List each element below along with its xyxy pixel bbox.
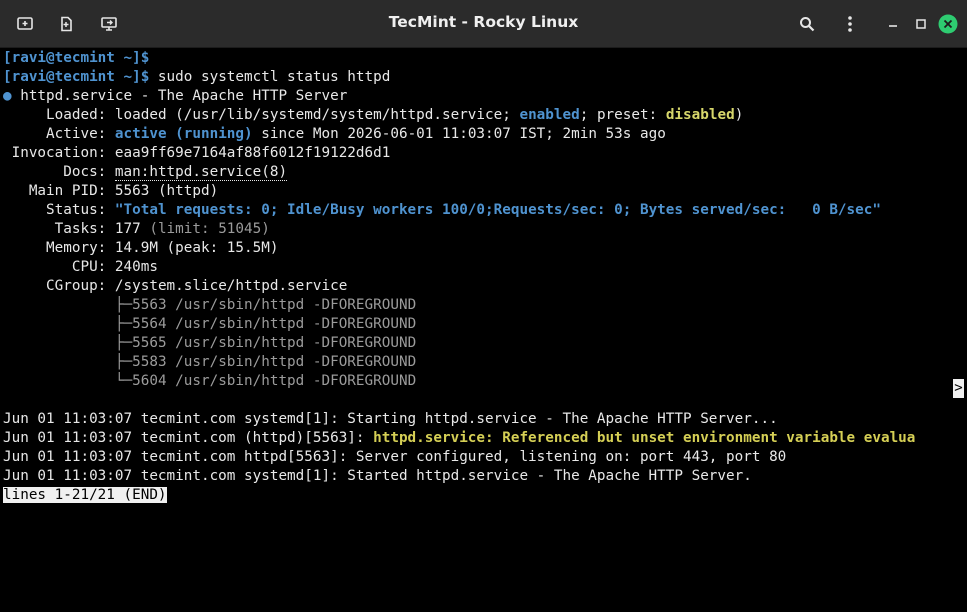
process-line: ├─5583 /usr/sbin/httpd -DFOREGROUND (3, 353, 965, 372)
pid-row: Main PID: 5563 (httpd) (3, 182, 965, 201)
tree-branch: ├─ (3, 335, 133, 351)
prompt: [ravi@tecmint ~]$ (3, 69, 150, 85)
log-line: Jun 01 11:03:07 tecmint.com (httpd)[5563… (3, 429, 965, 448)
process-text: 5565 /usr/sbin/httpd -DFOREGROUND (132, 335, 417, 351)
memory-row: Memory: 14.9M (peak: 15.5M) (3, 239, 965, 258)
memory-value: 14.9M (peak: 15.5M) (114, 240, 279, 256)
command-text: sudo systemctl status httpd (149, 69, 391, 85)
pager-line: lines 1-21/21 (END) (3, 486, 965, 505)
tasks-limit: (limit: 51045) (140, 221, 270, 237)
split-terminal-icon[interactable] (52, 9, 82, 39)
active-label: Active: (3, 126, 115, 142)
process-line: ├─5563 /usr/sbin/httpd -DFOREGROUND (3, 296, 965, 315)
process-text: 5604 /usr/sbin/httpd -DFOREGROUND (132, 373, 417, 389)
cpu-row: CPU: 240ms (3, 258, 965, 277)
active-row: Active: active (running) since Mon 2026-… (3, 125, 965, 144)
log-line: Jun 01 11:03:07 tecmint.com systemd[1]: … (3, 468, 752, 484)
tasks-value: 177 (114, 221, 141, 237)
invocation-row: Invocation: eaa9ff69e7164af88f6012f19122… (3, 144, 965, 163)
export-icon[interactable] (94, 9, 124, 39)
kebab-menu-icon[interactable] (835, 9, 865, 39)
memory-label: Memory: (3, 240, 115, 256)
tasks-row: Tasks: 177 (limit: 51045) (3, 220, 965, 239)
tree-branch: ├─ (3, 354, 133, 370)
tree-branch: ├─ (3, 297, 133, 313)
invocation-value: eaa9ff69e7164af88f6012f19122d6d1 (114, 145, 391, 161)
cpu-label: CPU: (3, 259, 115, 275)
prompt-line: [ravi@tecmint ~]$ (3, 49, 965, 68)
pager-status: lines 1-21/21 (END) (3, 487, 167, 503)
tasks-label: Tasks: (3, 221, 115, 237)
preset-state: disabled (665, 107, 735, 123)
active-since: since Mon 2026-06-01 11:03:07 IST; 2min … (252, 126, 666, 142)
process-line: └─5604 /usr/sbin/httpd -DFOREGROUND (3, 372, 965, 391)
service-header: ● httpd.service - The Apache HTTP Server (3, 87, 965, 106)
terminal-output[interactable]: [ravi@tecmint ~]$ [ravi@tecmint ~]$ sudo… (3, 49, 965, 609)
preset-label: ; preset: (579, 107, 666, 123)
tree-branch: └─ (3, 373, 133, 389)
loaded-label: Loaded: (3, 107, 115, 123)
docs-link[interactable]: man:httpd.service(8) (114, 164, 288, 181)
loaded-row: Loaded: loaded (/usr/lib/systemd/system/… (3, 106, 965, 125)
close-icon[interactable] (933, 9, 963, 39)
enabled-state: enabled (519, 107, 580, 123)
cgroup-value: /system.slice/httpd.service (114, 278, 348, 294)
pid-label: Main PID: (3, 183, 115, 199)
cpu-value: 240ms (114, 259, 158, 275)
status-dot-icon: ● (3, 88, 12, 104)
maximize-icon[interactable] (906, 9, 936, 39)
line-truncated-indicator: > (953, 379, 964, 398)
loaded-value: loaded (/usr/lib/systemd/system/httpd.se… (114, 107, 520, 123)
invocation-label: Invocation: (3, 145, 115, 161)
process-line: ├─5564 /usr/sbin/httpd -DFOREGROUND (3, 315, 965, 334)
status-row: Status: "Total requests: 0; Idle/Busy wo… (3, 201, 965, 220)
log-line: Jun 01 11:03:07 tecmint.com httpd[5563]:… (3, 449, 787, 465)
pid-value: 5563 (httpd) (114, 183, 219, 199)
tree-branch: ├─ (3, 316, 133, 332)
log-prefix: Jun 01 11:03:07 tecmint.com (httpd)[5563… (3, 430, 374, 446)
status-label: Status: (3, 202, 115, 218)
new-tab-icon[interactable] (10, 9, 40, 39)
process-text: 5583 /usr/sbin/httpd -DFOREGROUND (132, 354, 417, 370)
command-line: [ravi@tecmint ~]$ sudo systemctl status … (3, 68, 965, 87)
process-text: 5564 /usr/sbin/httpd -DFOREGROUND (132, 316, 417, 332)
title-bar: TecMint - Rocky Linux (0, 0, 967, 48)
cgroup-label: CGroup: (3, 278, 115, 294)
minimize-icon[interactable] (878, 9, 908, 39)
process-line: ├─5565 /usr/sbin/httpd -DFOREGROUND (3, 334, 965, 353)
log-warning: httpd.service: Referenced but unset envi… (373, 430, 916, 446)
docs-row: Docs: man:httpd.service(8) (3, 163, 965, 182)
process-text: 5563 /usr/sbin/httpd -DFOREGROUND (132, 297, 417, 313)
search-icon[interactable] (792, 9, 822, 39)
log-line: Jun 01 11:03:07 tecmint.com systemd[1]: … (3, 411, 778, 427)
status-value: "Total requests: 0; Idle/Busy workers 10… (114, 202, 881, 218)
active-state: active (running) (114, 126, 253, 142)
cgroup-row: CGroup: /system.slice/httpd.service (3, 277, 965, 296)
service-title: httpd.service - The Apache HTTP Server (11, 88, 348, 104)
loaded-close: ) (734, 107, 744, 123)
prompt: [ravi@tecmint ~]$ (3, 50, 150, 66)
docs-label: Docs: (3, 164, 115, 180)
